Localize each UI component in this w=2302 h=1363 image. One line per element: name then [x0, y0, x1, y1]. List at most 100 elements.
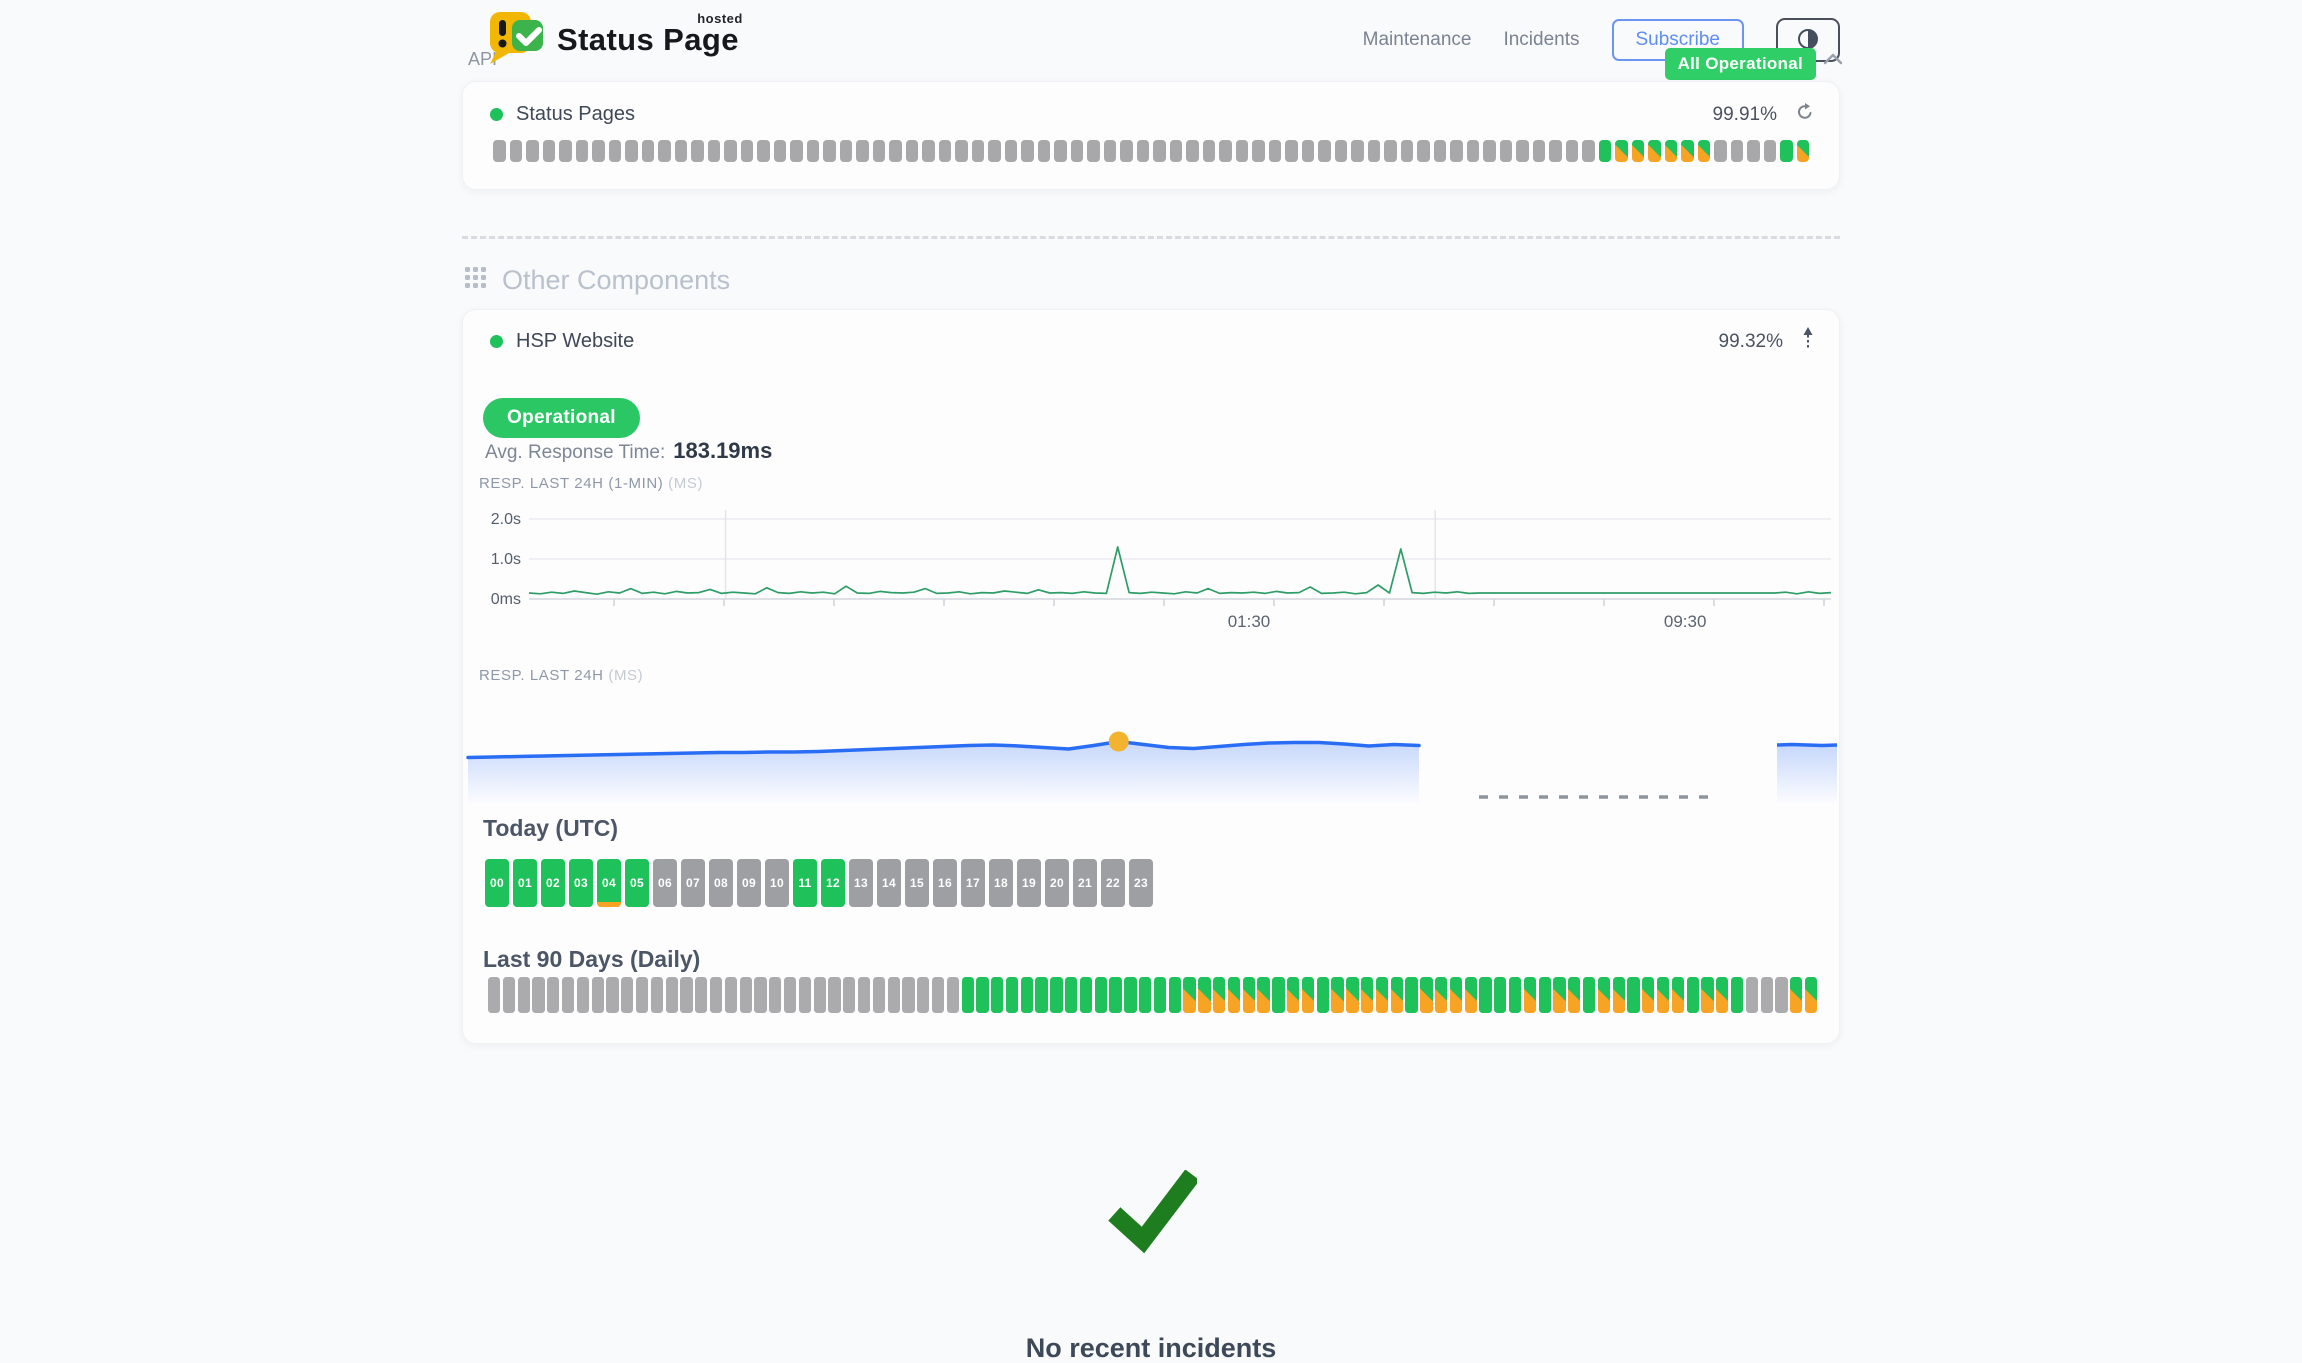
hour-cell[interactable]: 23: [1129, 859, 1153, 907]
day-cell[interactable]: [1701, 977, 1713, 1013]
day-cell[interactable]: [814, 977, 826, 1013]
day-cell[interactable]: [1509, 977, 1521, 1013]
uptime-cell[interactable]: [1071, 140, 1084, 162]
uptime-cell[interactable]: [510, 140, 523, 162]
uptime-cell[interactable]: [840, 140, 853, 162]
uptime-cell[interactable]: [1021, 140, 1034, 162]
day-cell[interactable]: [858, 977, 870, 1013]
day-cell[interactable]: [1139, 977, 1151, 1013]
hour-cell[interactable]: 12: [821, 859, 845, 907]
uptime-cell[interactable]: [1269, 140, 1282, 162]
hour-cell[interactable]: 15: [905, 859, 929, 907]
uptime-cell[interactable]: [1252, 140, 1265, 162]
uptime-cell[interactable]: [1467, 140, 1480, 162]
day-cell[interactable]: [1391, 977, 1403, 1013]
day-cell[interactable]: [754, 977, 766, 1013]
uptime-cell[interactable]: [906, 140, 919, 162]
day-cell[interactable]: [1405, 977, 1417, 1013]
day-cell[interactable]: [621, 977, 633, 1013]
day-cell[interactable]: [828, 977, 840, 1013]
day-cell[interactable]: [917, 977, 929, 1013]
day-cell[interactable]: [873, 977, 885, 1013]
uptime-cell[interactable]: [922, 140, 935, 162]
day-cell[interactable]: [1450, 977, 1462, 1013]
uptime-cell[interactable]: [1153, 140, 1166, 162]
day-cell[interactable]: [666, 977, 678, 1013]
hour-cell[interactable]: 22: [1101, 859, 1125, 907]
day-cell[interactable]: [1331, 977, 1343, 1013]
day-cell[interactable]: [947, 977, 959, 1013]
day-cell[interactable]: [1035, 977, 1047, 1013]
uptime-cell[interactable]: [1335, 140, 1348, 162]
day-cell[interactable]: [1095, 977, 1107, 1013]
overall-status-badge[interactable]: All Operational: [1665, 48, 1816, 80]
day-cell[interactable]: [547, 977, 559, 1013]
uptime-cell[interactable]: [1368, 140, 1381, 162]
uptime-cell[interactable]: [1351, 140, 1364, 162]
day-cell[interactable]: [888, 977, 900, 1013]
uptime-cell[interactable]: [1648, 140, 1661, 162]
uptime-cell[interactable]: [1285, 140, 1298, 162]
uptime-cell[interactable]: [493, 140, 506, 162]
day-cell[interactable]: [1598, 977, 1610, 1013]
hour-cell[interactable]: 03: [569, 859, 593, 907]
nav-link-maintenance[interactable]: Maintenance: [1363, 29, 1472, 51]
uptime-cell[interactable]: [741, 140, 754, 162]
uptime-cell[interactable]: [576, 140, 589, 162]
day-cell[interactable]: [902, 977, 914, 1013]
day-cell[interactable]: [710, 977, 722, 1013]
day-cell[interactable]: [1272, 977, 1284, 1013]
uptime-cell[interactable]: [1417, 140, 1430, 162]
hour-cell[interactable]: 21: [1073, 859, 1097, 907]
day-cell[interactable]: [1716, 977, 1728, 1013]
refresh-icon[interactable]: [1795, 102, 1815, 127]
day-cell[interactable]: [1539, 977, 1551, 1013]
day-cell[interactable]: [1317, 977, 1329, 1013]
hour-cell[interactable]: 11: [793, 859, 817, 907]
day-cell[interactable]: [1302, 977, 1314, 1013]
day-cell[interactable]: [1479, 977, 1491, 1013]
uptime-cell[interactable]: [1632, 140, 1645, 162]
uptime-cell[interactable]: [1764, 140, 1777, 162]
uptime-cell[interactable]: [856, 140, 869, 162]
day-cell[interactable]: [1183, 977, 1195, 1013]
uptime-cell[interactable]: [774, 140, 787, 162]
uptime-cell[interactable]: [1038, 140, 1051, 162]
hour-cell[interactable]: 16: [933, 859, 957, 907]
day-cell[interactable]: [1243, 977, 1255, 1013]
hour-cell[interactable]: 00: [485, 859, 509, 907]
uptime-cell[interactable]: [1549, 140, 1562, 162]
day-cell[interactable]: [1346, 977, 1358, 1013]
uptime-cell[interactable]: [873, 140, 886, 162]
uptime-cell[interactable]: [1500, 140, 1513, 162]
day-cell[interactable]: [1657, 977, 1669, 1013]
hour-cell[interactable]: 02: [541, 859, 565, 907]
uptime-cell[interactable]: [955, 140, 968, 162]
day-cell[interactable]: [1435, 977, 1447, 1013]
day-cell[interactable]: [651, 977, 663, 1013]
day-cell[interactable]: [1080, 977, 1092, 1013]
uptime-cell[interactable]: [1747, 140, 1760, 162]
hour-cell[interactable]: 20: [1045, 859, 1069, 907]
uptime-cell[interactable]: [724, 140, 737, 162]
uptime-cell[interactable]: [1219, 140, 1232, 162]
uptime-cell[interactable]: [807, 140, 820, 162]
hour-cell[interactable]: 01: [513, 859, 537, 907]
hour-cell[interactable]: 13: [849, 859, 873, 907]
collapse-chevron-icon[interactable]: [1822, 52, 1844, 71]
uptime-cell[interactable]: [939, 140, 952, 162]
day-cell[interactable]: [1124, 977, 1136, 1013]
uptime-cell[interactable]: [1714, 140, 1727, 162]
day-cell[interactable]: [1687, 977, 1699, 1013]
day-cell[interactable]: [1746, 977, 1758, 1013]
uptime-cell[interactable]: [592, 140, 605, 162]
day-cell[interactable]: [932, 977, 944, 1013]
day-cell[interactable]: [503, 977, 515, 1013]
uptime-cell[interactable]: [1087, 140, 1100, 162]
uptime-cell[interactable]: [1137, 140, 1150, 162]
uptime-cell[interactable]: [1780, 140, 1793, 162]
uptime-cell[interactable]: [972, 140, 985, 162]
uptime-cell[interactable]: [1533, 140, 1546, 162]
day-cell[interactable]: [799, 977, 811, 1013]
day-cell[interactable]: [577, 977, 589, 1013]
